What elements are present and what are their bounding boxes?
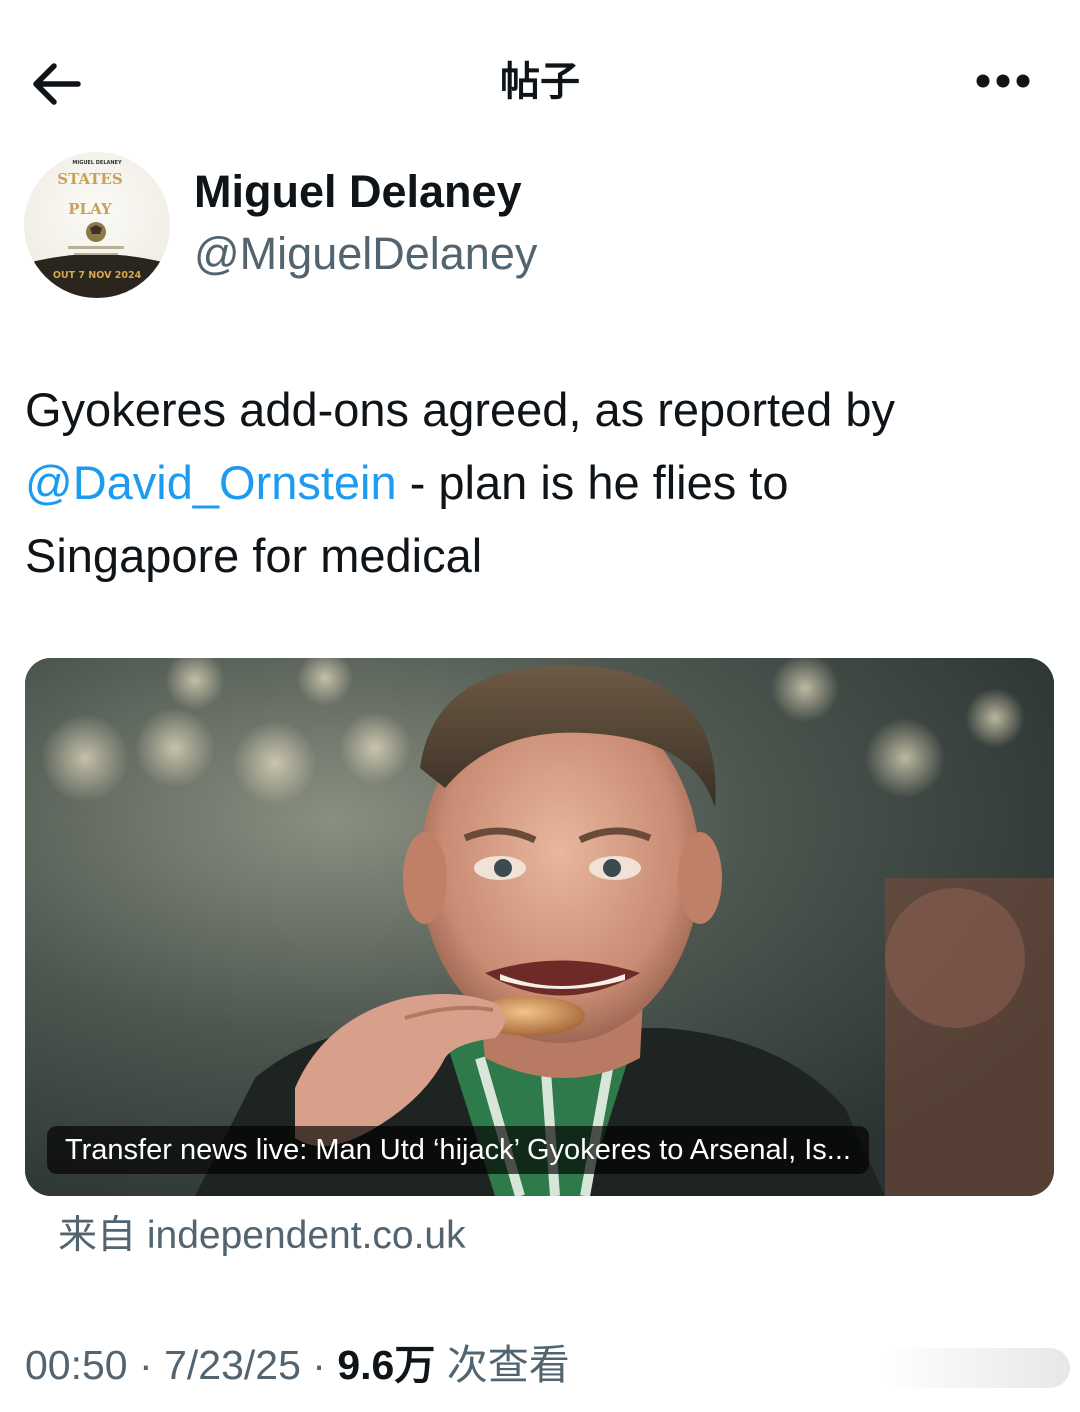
view-count-label: 次查看 (446, 1341, 570, 1389)
tweet-text: Gyokeres add-ons agreed, as reported by … (25, 373, 1065, 592)
tweet-meta: 00:50 · 7/23/25 · 9.6万 次查看 (25, 1334, 570, 1396)
avatar-title-line2: PLAY (68, 200, 112, 218)
tweet-text-line-2-rest: - plan is he flies to (396, 456, 789, 509)
tweet-text-line-2: @David_Ornstein - plan is he flies to (25, 446, 1065, 519)
avatar-title-line1: STATES (57, 170, 122, 188)
meta-separator: · (139, 1342, 153, 1388)
source-link[interactable]: 来自 independent.co.uk (58, 1206, 466, 1266)
meta-separator: · (312, 1342, 326, 1388)
page-title: 帖子 (500, 59, 580, 105)
watermark (884, 1348, 1070, 1388)
book-cover-image: MIGUEL DELANEY STATES PLAY OUT 7 NOV 202… (24, 160, 170, 298)
tweet-date[interactable]: 7/23/25 (164, 1342, 301, 1388)
avatar-top-text: MIGUEL DELANEY (72, 160, 122, 166)
mention-link[interactable]: @David_Ornstein (25, 456, 397, 509)
author-name[interactable]: Miguel Delaney (194, 164, 522, 220)
avatar-bottom-text: OUT 7 NOV 2024 (53, 270, 142, 281)
view-count[interactable]: 9.6万 (337, 1342, 435, 1388)
link-preview-card[interactable]: Transfer news live: Man Utd ‘hijack’ Gyo… (25, 658, 1054, 1196)
top-bar: 帖子 (0, 0, 1080, 150)
tweet-text-line-1: Gyokeres add-ons agreed, as reported by (25, 383, 896, 436)
card-caption: Transfer news live: Man Utd ‘hijack’ Gyo… (47, 1126, 869, 1174)
author-handle[interactable]: @MiguelDelaney (194, 226, 537, 282)
source-prefix: 来自 (58, 1213, 137, 1258)
article-photo (25, 658, 1054, 1196)
tweet-detail-page: 帖子 MIGUEL DELANEY STATES PLAY OUT 7 NOV … (0, 0, 1080, 1412)
more-horizontal-icon (976, 74, 1030, 88)
source-domain: independent.co.uk (146, 1214, 466, 1257)
more-options-button[interactable] (974, 66, 1032, 96)
avatar[interactable]: MIGUEL DELANEY STATES PLAY OUT 7 NOV 202… (24, 152, 170, 298)
tweet-text-line-3: Singapore for medical (25, 529, 483, 582)
tweet-time[interactable]: 00:50 (25, 1342, 128, 1388)
